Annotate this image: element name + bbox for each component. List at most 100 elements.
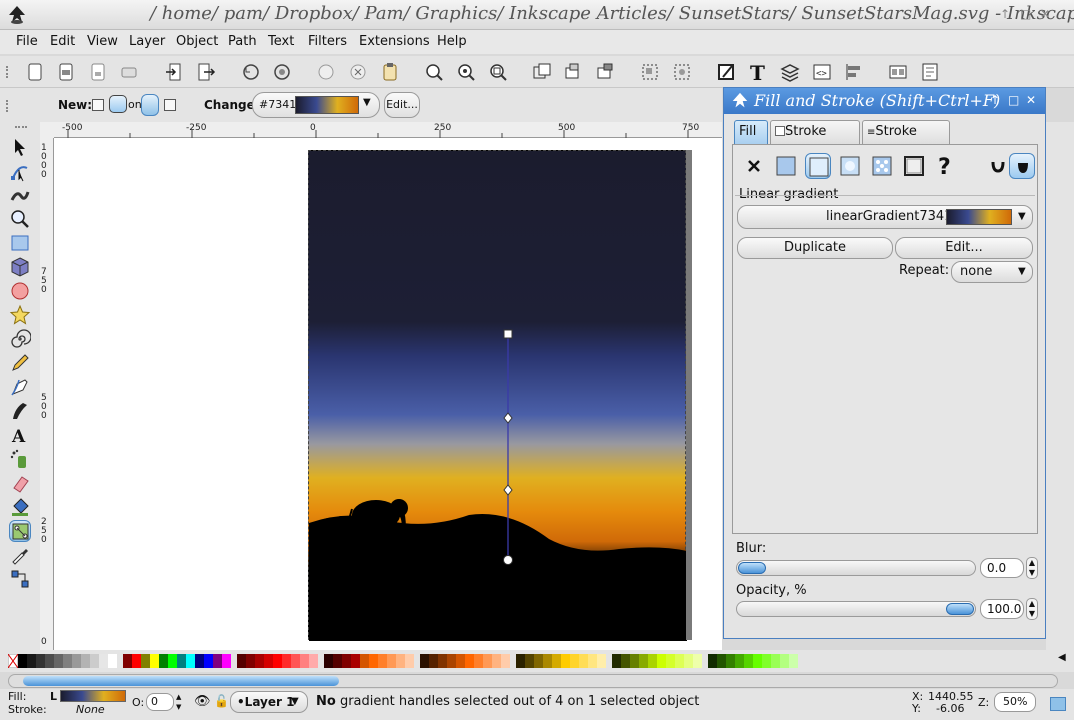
palette-swatch[interactable] xyxy=(588,654,597,668)
window-close-button[interactable]: ✕ xyxy=(1040,7,1050,21)
palette-swatch[interactable] xyxy=(405,654,414,668)
palette-swatch[interactable] xyxy=(123,654,132,668)
blur-input[interactable]: 0.0 xyxy=(980,558,1024,578)
eye-icon[interactable]: 👁 xyxy=(194,694,211,709)
no-color-swatch-icon[interactable] xyxy=(8,654,18,668)
new-document-icon[interactable] xyxy=(24,61,46,83)
unset-paint-icon[interactable]: ? xyxy=(933,153,959,180)
tab-stroke-paint[interactable]: Stroke paint xyxy=(770,120,860,161)
menu-edit[interactable]: Edit xyxy=(50,34,75,49)
document-properties-icon[interactable] xyxy=(887,61,909,83)
import-icon[interactable] xyxy=(163,61,185,83)
fill-stroke-icon[interactable] xyxy=(715,61,737,83)
palette-swatch[interactable] xyxy=(744,654,753,668)
palette-swatch[interactable] xyxy=(621,654,630,668)
edit-gradient-button[interactable]: Edit... xyxy=(384,92,420,118)
opacity-slider[interactable] xyxy=(736,601,976,617)
palette-swatch[interactable] xyxy=(675,654,684,668)
zoom-selection-icon[interactable] xyxy=(423,61,445,83)
3d-box-tool-icon[interactable] xyxy=(9,256,31,278)
drawing-canvas[interactable] xyxy=(54,138,722,650)
palette-swatch[interactable] xyxy=(525,654,534,668)
palette-swatch[interactable] xyxy=(387,654,396,668)
connector-tool-icon[interactable] xyxy=(9,568,31,590)
calligraphy-tool-icon[interactable] xyxy=(9,400,31,422)
save-icon[interactable] xyxy=(87,61,109,83)
repeat-select[interactable]: none ▼ xyxy=(951,261,1033,283)
palette-swatch[interactable] xyxy=(108,654,117,668)
palette-swatch[interactable] xyxy=(255,654,264,668)
pattern-icon[interactable] xyxy=(869,153,895,179)
palette-swatch[interactable] xyxy=(780,654,789,668)
palette-swatch[interactable] xyxy=(762,654,771,668)
ellipse-tool-icon[interactable] xyxy=(9,280,31,302)
xml-editor-icon[interactable]: <> xyxy=(811,61,833,83)
palette-swatch[interactable] xyxy=(222,654,231,668)
tweak-tool-icon[interactable] xyxy=(9,184,31,206)
zoom-tool-icon[interactable] xyxy=(9,208,31,230)
palette-swatch[interactable] xyxy=(771,654,780,668)
chevron-down-icon[interactable]: ▼ xyxy=(363,97,371,108)
menu-extensions[interactable]: Extensions xyxy=(359,34,430,49)
palette-swatch[interactable] xyxy=(726,654,735,668)
edit-gradient-dialog-button[interactable]: Edit... xyxy=(895,237,1033,259)
palette-swatch[interactable] xyxy=(597,654,606,668)
palette-swatch[interactable] xyxy=(543,654,552,668)
palette-swatch[interactable] xyxy=(552,654,561,668)
palette-swatch[interactable] xyxy=(27,654,36,668)
scrollbar-thumb[interactable] xyxy=(23,676,339,686)
horizontal-scrollbar[interactable] xyxy=(8,674,1058,688)
eraser-tool-icon[interactable] xyxy=(9,472,31,494)
palette-swatch[interactable] xyxy=(204,654,213,668)
palette-swatch[interactable] xyxy=(177,654,186,668)
text-tool-icon[interactable]: A xyxy=(9,424,31,447)
no-paint-icon[interactable] xyxy=(741,153,767,179)
menu-object[interactable]: Object xyxy=(176,34,218,49)
dialog-title-bar[interactable]: Fill and Stroke (Shift+Ctrl+F) ↑ □ ✕ xyxy=(724,88,1045,114)
palette-swatch[interactable] xyxy=(516,654,525,668)
palette-swatch[interactable] xyxy=(465,654,474,668)
palette-swatch[interactable] xyxy=(150,654,159,668)
palette-swatch[interactable] xyxy=(90,654,99,668)
palette-swatch[interactable] xyxy=(213,654,222,668)
menu-view[interactable]: View xyxy=(87,34,118,49)
fill-indicator[interactable] xyxy=(60,690,126,702)
opacity-short-input[interactable]: 0 xyxy=(146,693,174,711)
palette-swatch[interactable] xyxy=(132,654,141,668)
menu-help[interactable]: Help xyxy=(437,34,467,49)
palette-swatch[interactable] xyxy=(36,654,45,668)
palette-swatch[interactable] xyxy=(72,654,81,668)
dialog-shade-icon[interactable]: ↑ xyxy=(990,93,1000,107)
fill-rule-nonzero-icon[interactable] xyxy=(1009,153,1035,179)
palette-scroll-icon[interactable]: ◀ xyxy=(1058,652,1066,663)
toolbox-grip-icon[interactable] xyxy=(15,126,27,130)
palette-swatch[interactable] xyxy=(561,654,570,668)
palette-swatch[interactable] xyxy=(360,654,369,668)
palette-swatch[interactable] xyxy=(534,654,543,668)
palette-swatch[interactable] xyxy=(639,654,648,668)
new-radial-toggle[interactable] xyxy=(164,99,176,111)
ungroup-icon[interactable] xyxy=(671,61,693,83)
spray-tool-icon[interactable] xyxy=(9,448,31,470)
gradient-selector[interactable]: #7341 ▼ xyxy=(252,92,380,118)
radial-gradient-icon[interactable] xyxy=(837,153,863,179)
palette-swatch[interactable] xyxy=(438,654,447,668)
spiral-tool-icon[interactable] xyxy=(9,328,32,350)
palette-swatch[interactable] xyxy=(159,654,168,668)
palette-swatch[interactable] xyxy=(717,654,726,668)
swatch-icon[interactable] xyxy=(901,153,927,179)
print-icon[interactable] xyxy=(118,61,140,83)
undo-icon[interactable] xyxy=(240,61,262,83)
flat-color-icon[interactable] xyxy=(773,153,799,179)
palette-swatch[interactable] xyxy=(648,654,657,668)
palette-swatch[interactable] xyxy=(420,654,429,668)
vertical-ruler[interactable]: 1 0 0 0 7 5 0 5 0 0 2 5 0 0 xyxy=(40,138,54,650)
palette-swatch[interactable] xyxy=(342,654,351,668)
palette-swatch[interactable] xyxy=(378,654,387,668)
window-maximize-button[interactable]: □ xyxy=(1020,7,1031,21)
sunset-artwork[interactable] xyxy=(308,150,687,641)
palette-swatch[interactable] xyxy=(447,654,456,668)
palette-swatch[interactable] xyxy=(324,654,333,668)
gradient-dropdown[interactable]: linearGradient7341 ▼ xyxy=(737,205,1033,229)
palette-swatch[interactable] xyxy=(492,654,501,668)
